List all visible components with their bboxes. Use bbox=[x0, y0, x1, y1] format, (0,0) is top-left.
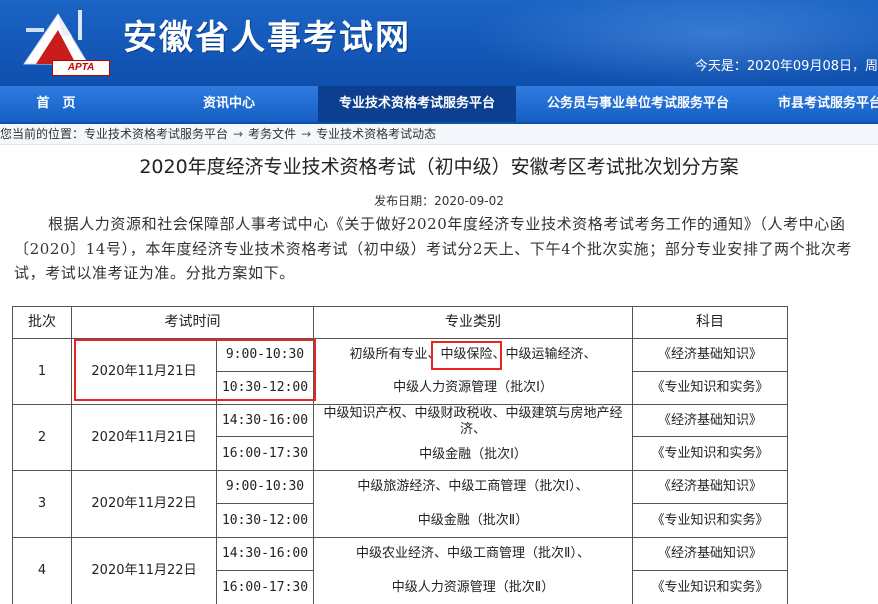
row2-category-line2: 中级金融（批次Ⅰ） bbox=[419, 447, 527, 462]
row2-category-line1: 中级知识产权、中级财政税收、中级建筑与房地产经济、 bbox=[323, 406, 623, 437]
row4-slot1: 14:30-16:00 bbox=[221, 546, 309, 561]
row4-date: 2020年11月22日 bbox=[91, 563, 197, 578]
row4-subject2: 《专业知识和实务》 bbox=[651, 579, 769, 595]
row1-date: 2020年11月21日 bbox=[91, 363, 197, 379]
row4-category-line2: 中级人力资源管理（批次Ⅱ） bbox=[391, 579, 555, 595]
row3-subject2: 《专业知识和实务》 bbox=[651, 512, 769, 528]
row1-category-line2: 中级人力资源管理（批次Ⅰ） bbox=[393, 380, 553, 395]
row4-slot2: 16:00-17:30 bbox=[221, 579, 309, 595]
row3-slot1: 9:00-10:30 bbox=[225, 479, 305, 494]
row2-batch: 2 bbox=[37, 429, 47, 445]
row1-category-line1: 初级所有专业、 中级保险 、中级运输经济、 bbox=[314, 339, 632, 371]
header-time: 考试时间 bbox=[164, 314, 221, 330]
row3-subject1: 《经济基础知识》 bbox=[657, 479, 762, 494]
row1-subject2: 《专业知识和实务》 bbox=[651, 380, 769, 395]
row1-category-highlight: 中级保险 bbox=[440, 347, 493, 362]
row1-subject1: 《经济基础知识》 bbox=[657, 347, 762, 362]
row1-slot2: 10:30-12:00 bbox=[221, 380, 309, 395]
row2-subject1: 《经济基础知识》 bbox=[657, 412, 762, 428]
row4-batch: 4 bbox=[37, 563, 47, 578]
row3-batch: 3 bbox=[37, 496, 47, 511]
header-batch: 批次 bbox=[28, 314, 56, 330]
row2-slot2: 16:00-17:30 bbox=[221, 445, 309, 461]
header-subject: 科目 bbox=[696, 314, 724, 330]
row1-category-post: 、中级运输经济、 bbox=[492, 347, 597, 362]
row3-slot2: 10:30-12:00 bbox=[221, 512, 309, 528]
row1-slot1: 9:00-10:30 bbox=[225, 347, 305, 362]
header-category: 专业类别 bbox=[445, 314, 501, 330]
row1-batch: 1 bbox=[37, 363, 47, 379]
row1-category-pre: 初级所有专业、 bbox=[349, 347, 441, 362]
row4-category-line1: 中级农业经济、中级工商管理（批次Ⅱ）、 bbox=[356, 546, 590, 561]
row4-subject1: 《经济基础知识》 bbox=[657, 546, 762, 561]
schedule-table: 批次 考试时间 专业类别 科目 1 2020年11月21日 9:00-10:30… bbox=[0, 0, 878, 604]
row3-category-line1: 中级旅游经济、中级工商管理（批次Ⅰ）、 bbox=[357, 479, 589, 494]
row3-date: 2020年11月22日 bbox=[91, 496, 197, 511]
row2-date: 2020年11月21日 bbox=[91, 429, 197, 445]
row2-subject2: 《专业知识和实务》 bbox=[651, 445, 769, 461]
row2-slot1: 14:30-16:00 bbox=[221, 412, 309, 428]
row3-category-line2: 中级金融（批次Ⅱ） bbox=[417, 512, 529, 528]
